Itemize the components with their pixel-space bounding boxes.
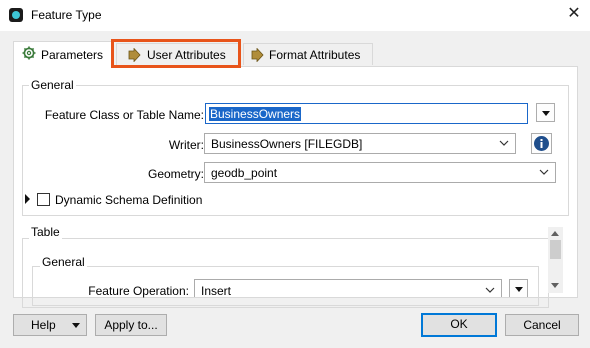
feature-operation-menu-button[interactable] (509, 279, 528, 297)
dynamic-schema-label: Dynamic Schema Definition (55, 193, 203, 207)
help-button[interactable]: Help (13, 314, 87, 336)
cancel-button[interactable]: Cancel (505, 314, 579, 336)
arrow-right-icon (251, 48, 264, 62)
apply-to-button[interactable]: Apply to... (95, 314, 167, 336)
help-dropdown-icon[interactable] (72, 323, 80, 328)
table-group-title: Table (29, 225, 62, 239)
scroll-down-icon[interactable] (551, 283, 559, 288)
dynamic-schema-checkbox[interactable] (37, 193, 50, 206)
chevron-down-icon (539, 169, 549, 175)
feature-operation-select[interactable]: Insert (194, 279, 502, 298)
tab-parameters[interactable]: Parameters (13, 41, 112, 67)
geometry-label: Geometry: (147, 167, 204, 181)
tab-format-attributes[interactable]: Format Attributes (243, 43, 373, 65)
tab-label: Parameters (41, 48, 104, 62)
ok-button[interactable]: OK (421, 313, 497, 337)
feature-class-label: Feature Class or Table Name: (44, 108, 204, 122)
geometry-select[interactable]: geodb_point (204, 162, 556, 183)
geometry-value: geodb_point (211, 166, 278, 180)
expand-triangle-icon[interactable] (25, 194, 30, 204)
writer-label: Writer: (168, 138, 204, 152)
writer-value: BusinessOwners [FILEGDB] (211, 137, 363, 151)
panel-scrollbar[interactable] (548, 227, 563, 293)
general-group-title: General (29, 78, 76, 92)
scroll-thumb[interactable] (550, 240, 561, 259)
scroll-up-icon[interactable] (551, 231, 559, 236)
gear-icon (22, 46, 36, 60)
tab-label: Format Attributes (269, 48, 361, 62)
triangle-down-icon (515, 287, 523, 292)
chevron-down-icon (499, 140, 509, 146)
feature-operation-label: Feature Operation: (88, 284, 189, 298)
title-bar: Feature Type ✕ (0, 0, 590, 31)
parameters-panel: General Feature Class or Table Name: Bus… (13, 66, 578, 308)
triangle-down-icon (542, 111, 550, 116)
chevron-down-icon (485, 287, 495, 293)
feature-class-menu-button[interactable] (536, 103, 555, 122)
close-icon[interactable]: ✕ (564, 4, 584, 24)
info-icon[interactable] (531, 133, 552, 154)
writer-select[interactable]: BusinessOwners [FILEGDB] (204, 133, 516, 154)
table-general-title: General (40, 255, 87, 269)
feature-class-input[interactable]: BusinessOwners (205, 103, 528, 124)
window-title: Feature Type (31, 8, 102, 22)
tab-highlight-box (111, 39, 241, 68)
help-button-label: Help (31, 318, 56, 332)
feature-class-value: BusinessOwners (209, 107, 302, 121)
app-icon (9, 8, 23, 22)
feature-operation-value: Insert (201, 284, 232, 298)
